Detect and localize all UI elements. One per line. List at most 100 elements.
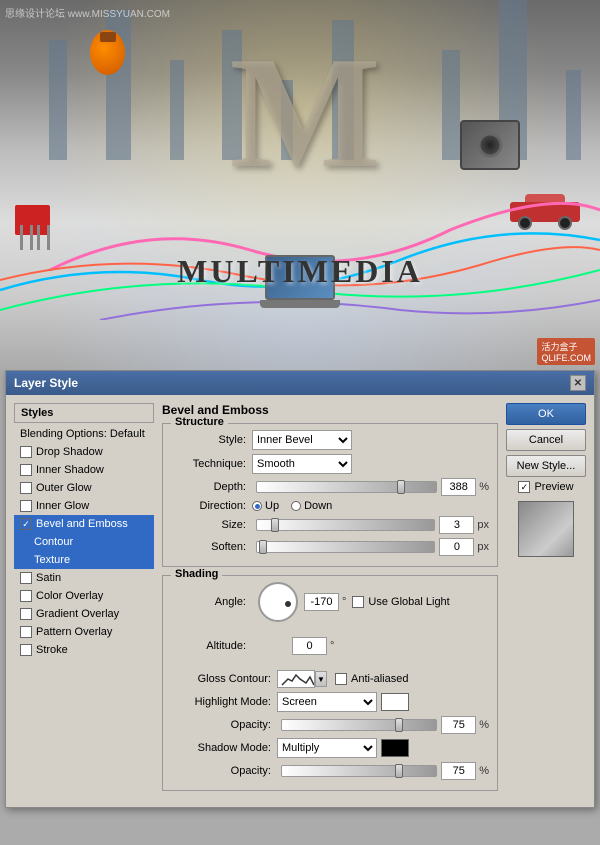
size-slider[interactable] <box>256 519 435 531</box>
gradient-overlay-item[interactable]: Gradient Overlay <box>14 605 154 623</box>
size-unit: px <box>477 519 489 531</box>
pattern-overlay-checkbox[interactable] <box>20 626 32 638</box>
cancel-button[interactable]: Cancel <box>506 429 586 451</box>
size-row: Size: px <box>171 516 489 534</box>
highlight-opacity-unit: % <box>479 719 489 731</box>
depth-input[interactable] <box>441 478 476 496</box>
dialog-title: Layer Style <box>14 376 78 390</box>
gloss-contour-preview[interactable] <box>277 670 315 688</box>
style-select[interactable]: Inner Bevel Outer Bevel Emboss Pillow Em… <box>252 430 352 450</box>
highlight-color-swatch[interactable] <box>381 693 409 711</box>
size-input[interactable] <box>439 516 474 534</box>
depth-slider[interactable] <box>256 481 437 493</box>
pattern-overlay-item[interactable]: Pattern Overlay <box>14 623 154 641</box>
angle-dot <box>285 601 291 607</box>
shadow-color-swatch[interactable] <box>381 739 409 757</box>
gloss-contour-label: Gloss Contour: <box>171 673 271 685</box>
size-label: Size: <box>171 519 246 531</box>
direction-up-btn[interactable] <box>252 501 262 511</box>
gloss-contour-dropdown[interactable]: ▼ <box>315 671 327 687</box>
texture-sub-item[interactable]: Texture <box>14 551 154 569</box>
preview-checkbox[interactable] <box>518 481 530 493</box>
bevel-emboss-checkbox[interactable] <box>20 518 32 530</box>
satin-item[interactable]: Satin <box>14 569 154 587</box>
color-overlay-checkbox[interactable] <box>20 590 32 602</box>
depth-thumb[interactable] <box>397 480 405 494</box>
altitude-input[interactable] <box>292 637 327 655</box>
shadow-opacity-thumb[interactable] <box>395 764 403 778</box>
inner-glow-item[interactable]: Inner Glow <box>14 497 154 515</box>
highlight-opacity-input[interactable] <box>441 716 476 734</box>
section-bevel-title: Bevel and Emboss <box>162 403 498 417</box>
size-thumb[interactable] <box>271 518 279 532</box>
direction-down-btn[interactable] <box>291 501 301 511</box>
altitude-row: Altitude: ° <box>171 626 489 666</box>
anti-aliased-label: Anti-aliased <box>351 673 408 685</box>
inner-shadow-checkbox[interactable] <box>20 464 32 476</box>
structure-section: Structure Style: Inner Bevel Outer Bevel… <box>162 423 498 567</box>
shadow-opacity-row: Opacity: % <box>171 762 489 780</box>
highlight-opacity-thumb[interactable] <box>395 718 403 732</box>
direction-up-label: Up <box>265 500 279 512</box>
angle-row: Angle: ° Use Global Light <box>171 582 489 622</box>
inner-shadow-item[interactable]: Inner Shadow <box>14 461 154 479</box>
soften-row: Soften: px <box>171 538 489 556</box>
blending-options-item[interactable]: Blending Options: Default <box>14 425 154 443</box>
angle-circle[interactable] <box>258 582 298 622</box>
shadow-mode-label: Shadow Mode: <box>171 742 271 754</box>
soften-input[interactable] <box>439 538 474 556</box>
gradient-overlay-label: Gradient Overlay <box>36 608 119 620</box>
color-overlay-label: Color Overlay <box>36 590 103 602</box>
soften-slider[interactable] <box>256 541 435 553</box>
anti-aliased-checkbox[interactable] <box>335 673 347 685</box>
dialog-close-button[interactable]: ✕ <box>570 375 586 391</box>
soften-unit: px <box>477 541 489 553</box>
bevel-emboss-item[interactable]: Bevel and Emboss <box>14 515 154 533</box>
shadow-mode-select[interactable]: Multiply Normal Screen <box>277 738 377 758</box>
direction-up-radio[interactable]: Up <box>252 500 279 512</box>
styles-panel-header: Styles <box>14 403 154 423</box>
satin-label: Satin <box>36 572 61 584</box>
technique-select[interactable]: Smooth Chisel Hard Chisel Soft <box>252 454 352 474</box>
ok-button[interactable]: OK <box>506 403 586 425</box>
angle-unit: ° <box>342 596 346 608</box>
shadow-opacity-unit: % <box>479 765 489 777</box>
preview-label: Preview <box>534 481 573 493</box>
inner-glow-checkbox[interactable] <box>20 500 32 512</box>
global-light-checkbox[interactable] <box>352 596 364 608</box>
drop-shadow-item[interactable]: Drop Shadow <box>14 443 154 461</box>
styles-panel: Styles Blending Options: Default Drop Sh… <box>14 403 154 799</box>
outer-glow-checkbox[interactable] <box>20 482 32 494</box>
gradient-overlay-checkbox[interactable] <box>20 608 32 620</box>
stroke-item[interactable]: Stroke <box>14 641 154 659</box>
drop-shadow-checkbox[interactable] <box>20 446 32 458</box>
soften-thumb[interactable] <box>259 540 267 554</box>
highlight-mode-select[interactable]: Screen Normal Multiply <box>277 692 377 712</box>
anti-aliased-row: Anti-aliased <box>335 673 408 685</box>
angle-input[interactable] <box>304 593 339 611</box>
direction-down-radio[interactable]: Down <box>291 500 332 512</box>
color-overlay-item[interactable]: Color Overlay <box>14 587 154 605</box>
technique-row: Technique: Smooth Chisel Hard Chisel Sof… <box>171 454 489 474</box>
global-light-check-row: Use Global Light <box>352 596 449 608</box>
satin-checkbox[interactable] <box>20 572 32 584</box>
camera <box>460 120 520 170</box>
inner-shadow-label: Inner Shadow <box>36 464 104 476</box>
pattern-overlay-label: Pattern Overlay <box>36 626 112 638</box>
gloss-contour-row: Gloss Contour: ▼ Anti-aliased <box>171 670 489 688</box>
shadow-opacity-input[interactable] <box>441 762 476 780</box>
shadow-opacity-slider[interactable] <box>281 765 437 777</box>
soften-label: Soften: <box>171 541 246 553</box>
altitude-label: Altitude: <box>171 640 246 652</box>
multimedia-text: MULTIMEDIA <box>177 253 423 290</box>
stroke-checkbox[interactable] <box>20 644 32 656</box>
contour-sub-item[interactable]: Contour <box>14 533 154 551</box>
global-light-label: Use Global Light <box>368 596 449 608</box>
action-buttons-panel: OK Cancel New Style... Preview <box>506 403 586 799</box>
direction-row: Direction: Up Down <box>171 500 489 512</box>
outer-glow-item[interactable]: Outer Glow <box>14 479 154 497</box>
inner-glow-label: Inner Glow <box>36 500 89 512</box>
highlight-opacity-slider[interactable] <box>281 719 437 731</box>
style-row: Style: Inner Bevel Outer Bevel Emboss Pi… <box>171 430 489 450</box>
new-style-button[interactable]: New Style... <box>506 455 586 477</box>
